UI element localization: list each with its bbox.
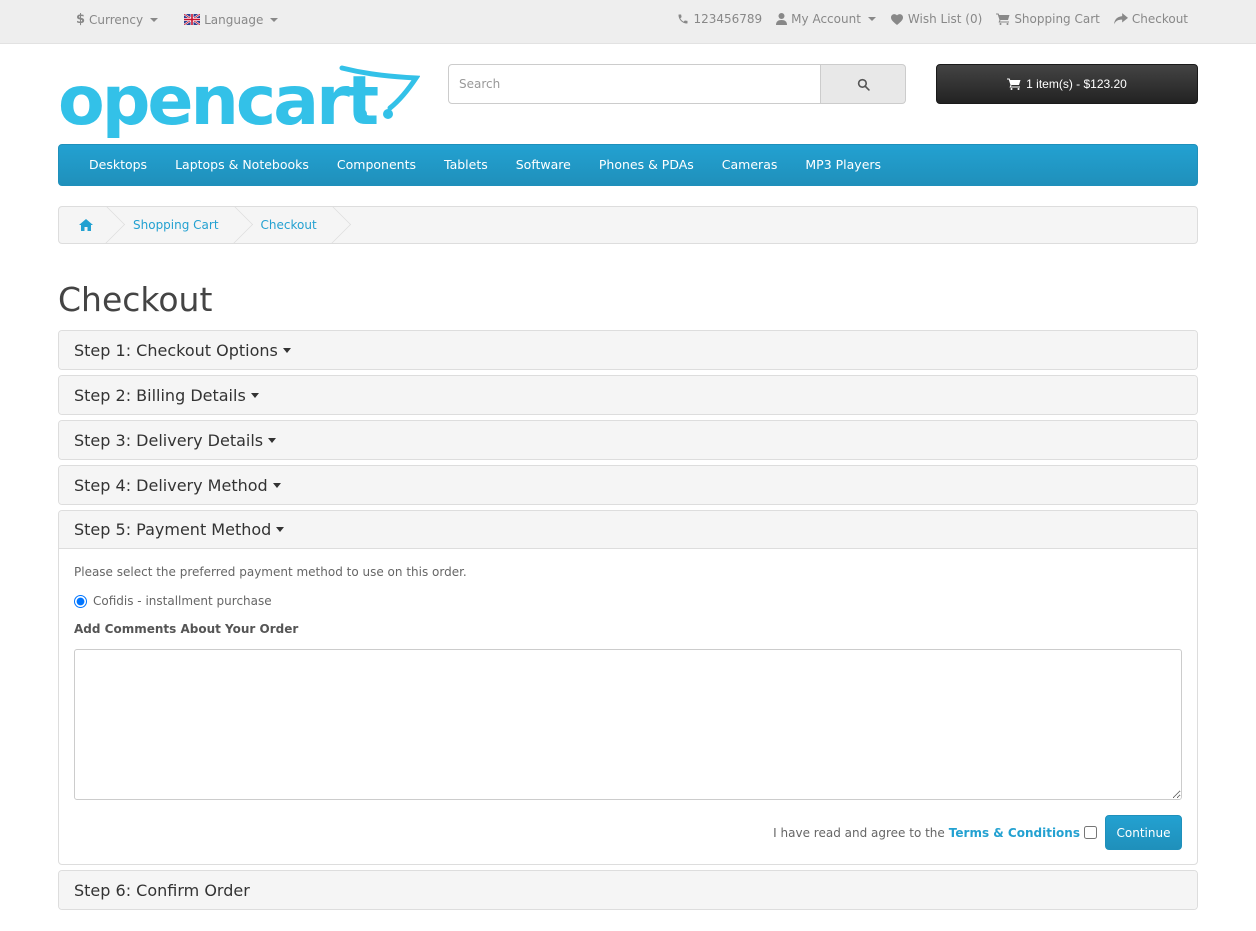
step-3-heading[interactable]: Step 3: Delivery Details [59, 421, 1197, 459]
breadcrumb-checkout[interactable]: Checkout [241, 207, 339, 243]
logo[interactable]: opencart [58, 62, 420, 142]
step-1-panel: Step 1: Checkout Options [58, 330, 1198, 370]
main-menu: Desktops Laptops & Notebooks Components … [58, 144, 1198, 186]
payment-method-body: Please select the preferred payment meth… [59, 549, 1197, 864]
menu-item-laptops-notebooks[interactable]: Laptops & Notebooks [161, 145, 323, 185]
menu-item-components[interactable]: Components [323, 145, 430, 185]
caret-down-icon [268, 437, 277, 443]
dollar-icon: $ [76, 12, 86, 27]
step-6-panel: Step 6: Confirm Order [58, 870, 1198, 910]
home-icon [79, 219, 93, 231]
currency-dropdown[interactable]: $ Currency [76, 12, 159, 27]
menu-item-cameras[interactable]: Cameras [708, 145, 792, 185]
wish-list-label: Wish List (0) [907, 12, 983, 26]
logo-cart-icon [339, 65, 420, 119]
menu-item-mp3-players[interactable]: MP3 Players [791, 145, 895, 185]
currency-label: Currency [89, 12, 144, 27]
payment-method-option[interactable]: Cofidis - installment purchase [74, 594, 1182, 608]
checkout-steps: Step 1: Checkout Options Step 2: Billing… [58, 330, 1198, 915]
checkout-link[interactable]: Checkout [1113, 12, 1188, 26]
page-title: Checkout [58, 280, 213, 319]
cart-icon [996, 13, 1010, 25]
menu-item-software[interactable]: Software [502, 145, 585, 185]
caret-down-icon [276, 527, 285, 532]
caret-down-icon [270, 17, 279, 22]
step-1-heading[interactable]: Step 1: Checkout Options [59, 331, 1197, 369]
step-4-heading[interactable]: Step 4: Delivery Method [59, 466, 1197, 504]
step-5-title: Step 5: Payment Method [74, 520, 272, 539]
cart-button[interactable]: 1 item(s) - $123.20 [936, 64, 1198, 104]
caret-down-icon [867, 17, 876, 21]
search-button[interactable] [821, 64, 906, 104]
step-3-panel: Step 3: Delivery Details [58, 420, 1198, 460]
payment-method-label: Cofidis - installment purchase [93, 594, 272, 608]
menu-item-tablets[interactable]: Tablets [430, 145, 502, 185]
shopping-cart-link[interactable]: Shopping Cart [996, 12, 1100, 26]
step-2-panel: Step 2: Billing Details [58, 375, 1198, 415]
step-3-title: Step 3: Delivery Details [74, 430, 264, 450]
step-5-heading[interactable]: Step 5: Payment Method [59, 511, 1197, 549]
terms-conditions-link[interactable]: Terms & Conditions [949, 826, 1080, 840]
agree-row: I have read and agree to the Terms & Con… [74, 815, 1182, 850]
comments-label: Add Comments About Your Order [74, 622, 299, 636]
comments-textarea[interactable] [74, 649, 1182, 800]
step-2-title: Step 2: Billing Details [74, 385, 246, 405]
step-6-heading[interactable]: Step 6: Confirm Order [59, 871, 1197, 909]
menu-item-phones-pdas[interactable]: Phones & PDAs [585, 145, 708, 185]
search-bar [448, 64, 906, 104]
payment-method-info: Please select the preferred payment meth… [74, 565, 467, 579]
step-1-title: Step 1: Checkout Options [74, 340, 278, 360]
user-icon [776, 13, 788, 25]
uk-flag-icon [184, 14, 201, 25]
language-label: Language [204, 12, 264, 27]
step-2-heading[interactable]: Step 2: Billing Details [59, 376, 1197, 414]
header: opencart 1 item(s) - $123.20 [0, 44, 1256, 144]
my-account-dropdown[interactable]: My Account [776, 12, 876, 26]
top-bar: $ Currency Language 123456789 My Account… [0, 0, 1256, 44]
wish-list-link[interactable]: Wish List (0) [890, 12, 982, 26]
step-4-title: Step 4: Delivery Method [74, 475, 268, 495]
search-input[interactable] [448, 64, 821, 104]
menu-item-desktops[interactable]: Desktops [75, 145, 161, 185]
my-account-label: My Account [791, 12, 861, 26]
language-dropdown[interactable]: Language [184, 12, 279, 27]
cart-icon [1007, 78, 1021, 90]
payment-method-radio[interactable] [74, 594, 87, 608]
caret-down-icon [150, 17, 159, 22]
step-5-panel: Step 5: Payment Method Please select the… [58, 510, 1198, 865]
breadcrumb: Shopping Cart Checkout [58, 206, 1198, 244]
caret-down-icon [250, 392, 259, 398]
cart-button-label: 1 item(s) - $123.20 [1026, 77, 1127, 91]
step-6-title: Step 6: Confirm Order [74, 880, 250, 900]
agree-checkbox[interactable] [1084, 826, 1097, 839]
caret-down-icon [282, 347, 291, 353]
continue-button[interactable]: Continue [1105, 815, 1182, 850]
logo-text: opencart [58, 62, 379, 141]
shopping-cart-label: Shopping Cart [1014, 12, 1100, 26]
phone-number: 123456789 [693, 12, 763, 26]
heart-icon [890, 14, 903, 25]
share-arrow-icon [1113, 13, 1128, 25]
step-4-panel: Step 4: Delivery Method [58, 465, 1198, 505]
breadcrumb-home[interactable] [59, 207, 113, 243]
phone-link[interactable]: 123456789 [677, 12, 762, 26]
search-icon [857, 78, 870, 91]
breadcrumb-shopping-cart[interactable]: Shopping Cart [113, 207, 241, 243]
checkout-label: Checkout [1131, 12, 1188, 26]
phone-icon [678, 14, 688, 24]
agree-text: I have read and agree to the [773, 825, 945, 840]
caret-down-icon [272, 482, 281, 488]
